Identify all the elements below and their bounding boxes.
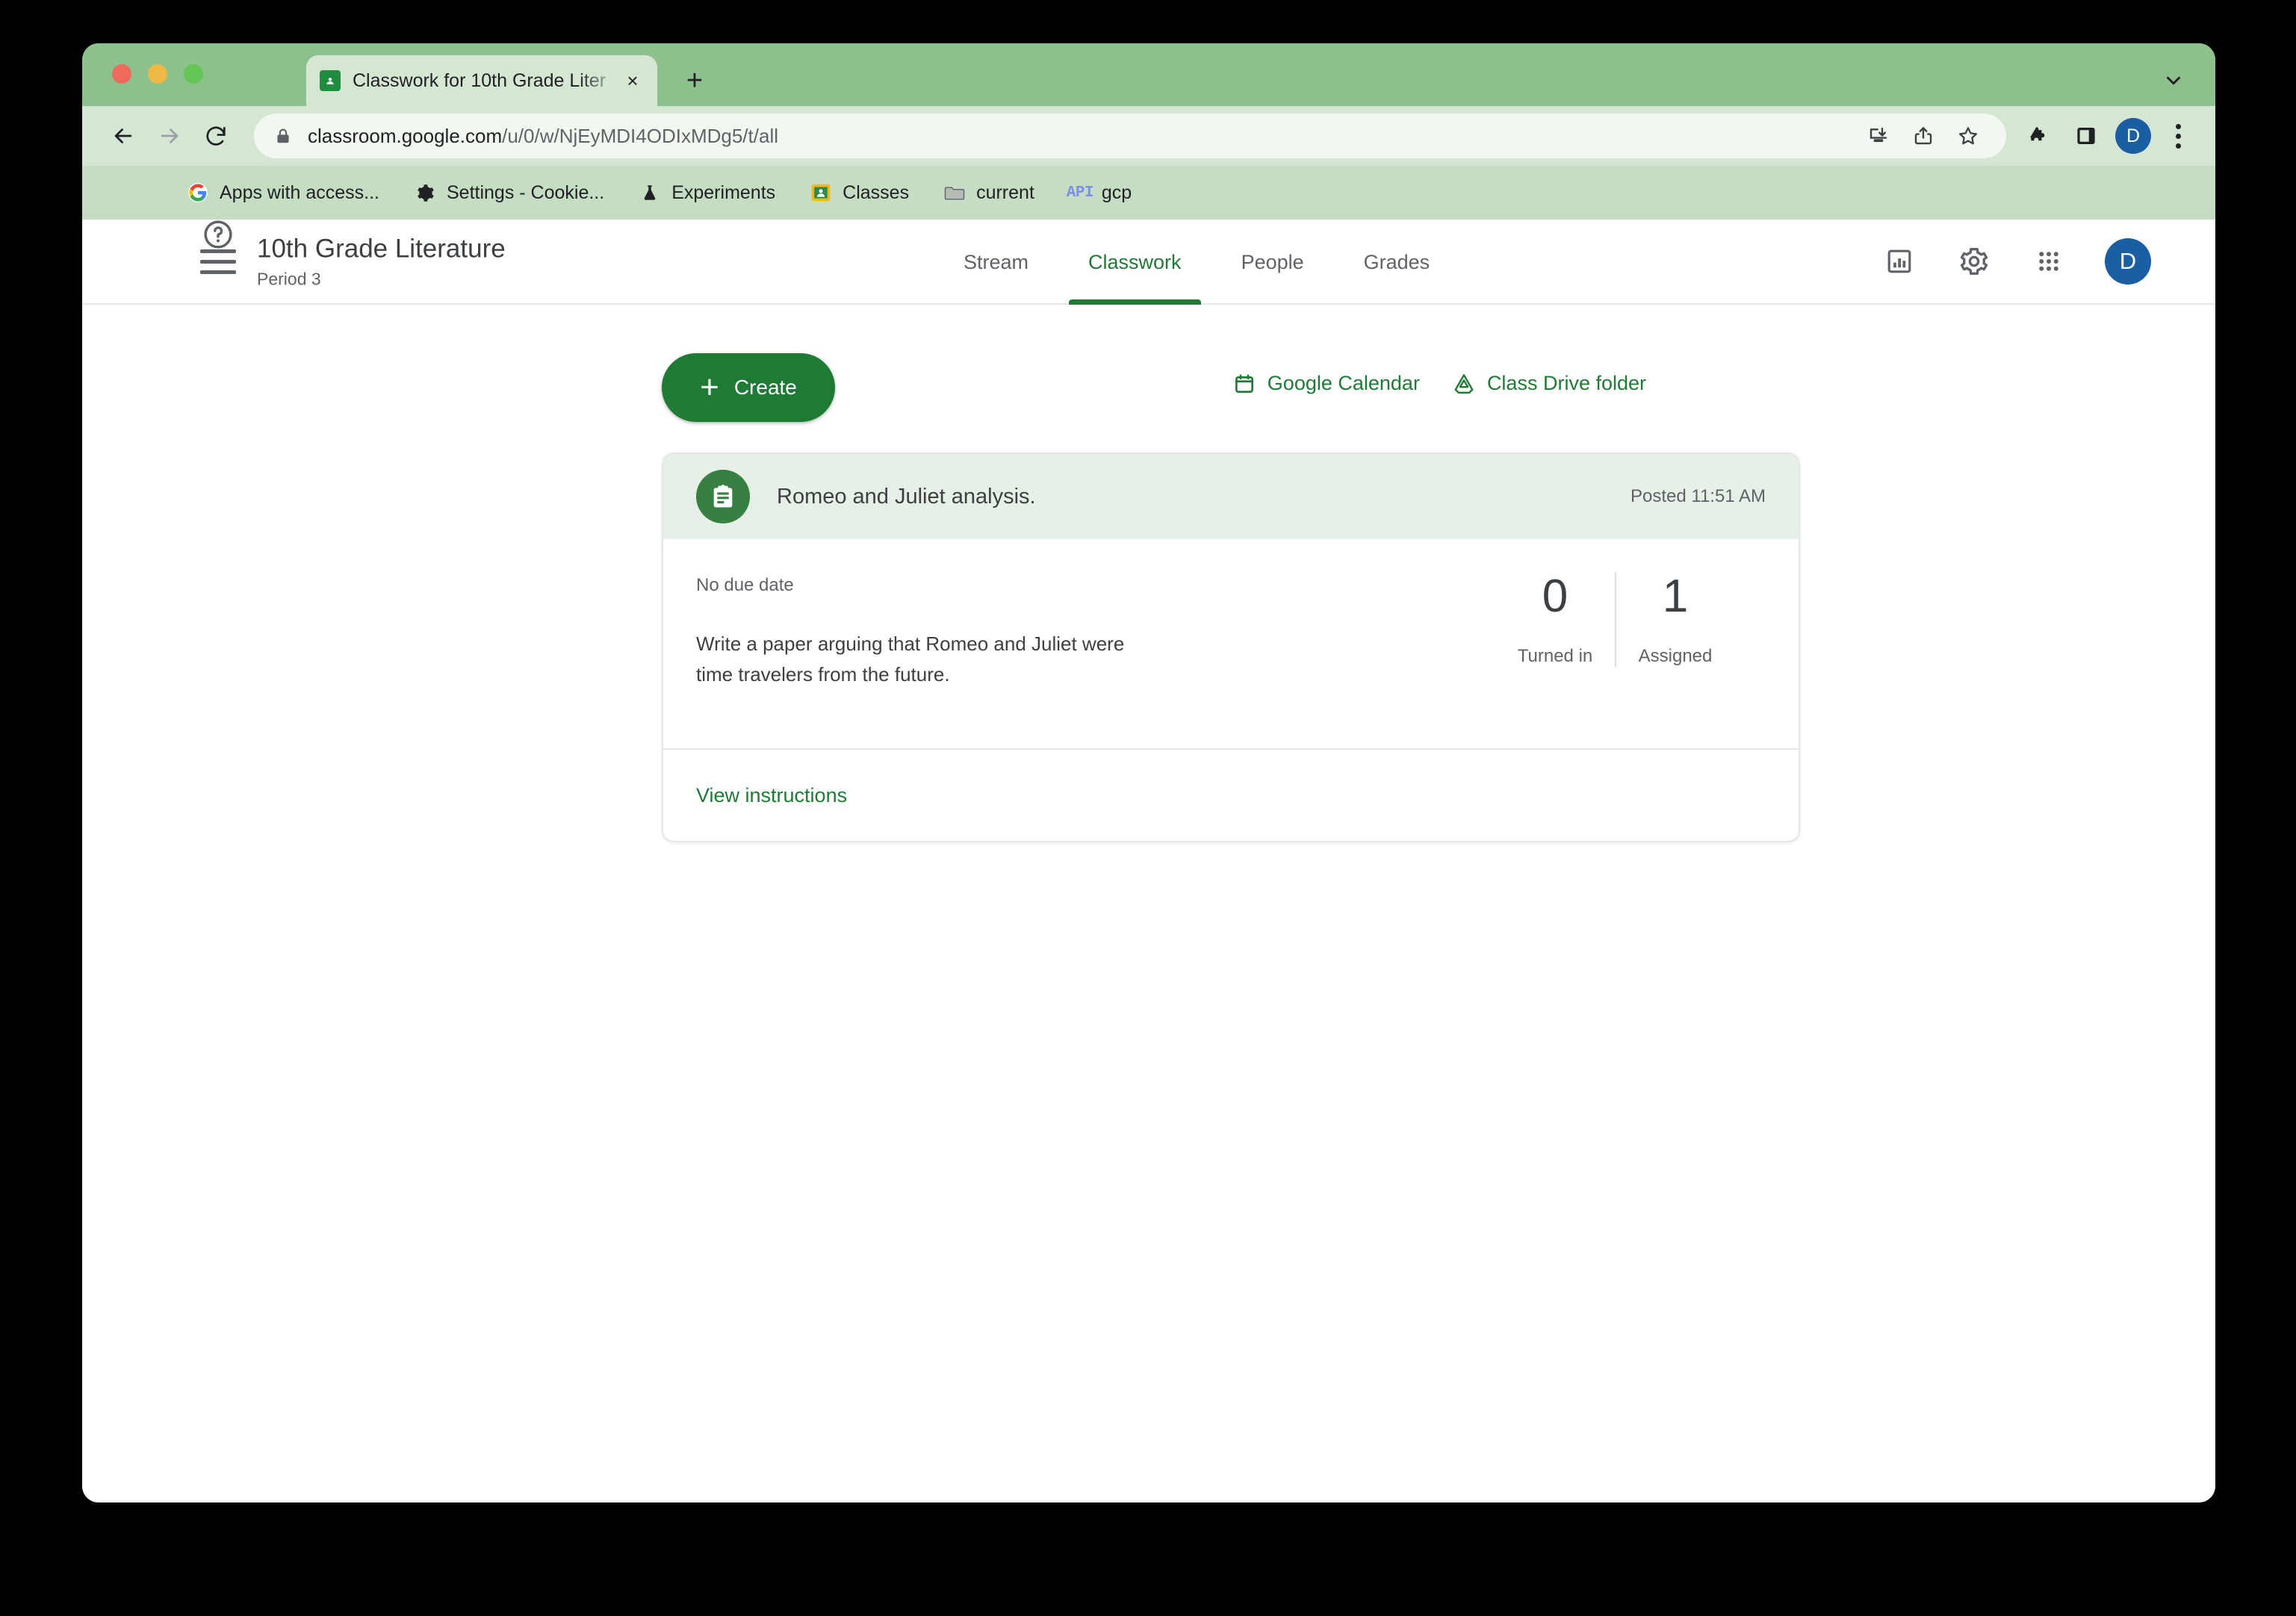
url-path: /u/0/w/NjEyMDI4ODIxMDg5/t/all — [502, 124, 778, 147]
stat-value: 1 — [1662, 571, 1689, 622]
assignment-posted-time: Posted 11:51 AM — [1630, 486, 1766, 506]
bookmark-label: Classes — [843, 181, 910, 203]
quick-links: Google Calendar Class Drive folder — [1233, 372, 1646, 395]
assignment-card-body: No due date Write a paper arguing that R… — [663, 539, 1799, 750]
share-icon[interactable] — [1905, 117, 1942, 155]
bookmark-label: gcp — [1101, 181, 1132, 203]
stat-label: Turned in — [1517, 646, 1593, 667]
tab-grades[interactable]: Grades — [1334, 220, 1460, 305]
apps-grid-icon[interactable] — [2030, 243, 2067, 280]
plus-icon: + — [700, 369, 719, 405]
maximize-window-button[interactable] — [184, 64, 203, 84]
assignment-card[interactable]: Romeo and Juliet analysis. Posted 11:51 … — [662, 453, 1800, 843]
toolbar-right-cluster: D — [2020, 117, 2194, 155]
assignment-card-header[interactable]: Romeo and Juliet analysis. Posted 11:51 … — [663, 454, 1799, 539]
stat-value: 0 — [1542, 571, 1569, 622]
flask-icon — [639, 181, 661, 204]
create-button[interactable]: + Create — [662, 353, 835, 422]
bookmark-star-icon[interactable] — [1949, 117, 1987, 155]
assignment-description: Write a paper arguing that Romeo and Jul… — [696, 633, 1125, 686]
close-window-button[interactable] — [112, 64, 131, 84]
avatar[interactable]: D — [2105, 238, 2151, 285]
omnibox-actions — [1860, 117, 1987, 155]
bookmark-label: Apps with access... — [220, 181, 379, 203]
calendar-icon — [1233, 373, 1256, 395]
browser-menu-icon[interactable] — [2162, 117, 2194, 155]
page-viewport: 10th Grade Literature Period 3 Stream Cl… — [82, 220, 2215, 1502]
back-icon[interactable] — [103, 116, 143, 156]
google-g-icon — [187, 181, 209, 204]
stat-label: Assigned — [1638, 646, 1713, 667]
browser-window: Classwork for 10th Grade Liter × + class… — [82, 43, 2215, 1502]
tab-strip: Classwork for 10th Grade Liter × + — [82, 43, 2215, 106]
header-actions: D — [1881, 238, 2151, 285]
url-host: classroom.google.com — [308, 124, 503, 147]
bookmark-settings-cookie[interactable]: Settings - Cookie... — [414, 181, 604, 204]
browser-toolbar: classroom.google.com/u/0/w/NjEyMDI4ODIxM… — [82, 106, 2215, 166]
reload-icon[interactable] — [196, 116, 236, 156]
bookmark-classes[interactable]: Classes — [810, 181, 909, 204]
minimize-window-button[interactable] — [148, 64, 167, 84]
page-title: 10th Grade Literature — [257, 234, 506, 264]
tab-stream[interactable]: Stream — [934, 220, 1058, 305]
quick-link-label: Class Drive folder — [1486, 372, 1646, 394]
bookmark-label: current — [976, 181, 1034, 203]
side-panel-icon[interactable] — [2067, 117, 2105, 155]
classroom-header: 10th Grade Literature Period 3 Stream Cl… — [82, 220, 2215, 305]
help-icon[interactable] — [200, 220, 236, 252]
class-nav-tabs: Stream Classwork People Grades — [934, 220, 1459, 305]
class-title-block: 10th Grade Literature Period 3 — [257, 234, 506, 290]
bookmark-experiments[interactable]: Experiments — [639, 181, 775, 204]
class-insights-icon[interactable] — [1881, 243, 1918, 280]
view-instructions-link[interactable]: View instructions — [696, 784, 847, 807]
bookmarks-bar: Apps with access... Settings - Cookie...… — [82, 166, 2215, 220]
assignment-card-footer: View instructions — [663, 750, 1799, 841]
chevron-down-icon[interactable] — [2159, 66, 2188, 96]
new-tab-button[interactable]: + — [680, 66, 710, 96]
url-text: classroom.google.com/u/0/w/NjEyMDI4ODIxM… — [308, 125, 778, 148]
extensions-puzzle-icon[interactable] — [2020, 117, 2057, 155]
drive-icon — [1453, 373, 1475, 395]
class-section: Period 3 — [257, 269, 321, 289]
bookmark-gcp[interactable]: API gcp — [1066, 181, 1132, 204]
classroom-icon — [810, 181, 832, 204]
close-icon[interactable]: × — [621, 69, 644, 92]
browser-tab-title: Classwork for 10th Grade Liter — [353, 69, 606, 91]
google-calendar-link[interactable]: Google Calendar — [1233, 372, 1420, 395]
bookmark-apps-with-access[interactable]: Apps with access... — [187, 181, 379, 204]
folder-icon — [943, 181, 966, 204]
gear-icon[interactable] — [1955, 243, 1993, 280]
classroom-icon — [320, 70, 341, 91]
bookmark-label: Settings - Cookie... — [446, 181, 605, 203]
class-drive-folder-link[interactable]: Class Drive folder — [1453, 372, 1646, 395]
tab-classwork[interactable]: Classwork — [1058, 220, 1211, 305]
create-button-label: Create — [733, 376, 797, 399]
window-controls — [112, 64, 203, 84]
bookmark-current[interactable]: current — [943, 181, 1034, 204]
tab-people[interactable]: People — [1211, 220, 1334, 305]
assignment-stats: 0 Turned in 1 Assigned — [1495, 571, 1734, 668]
browser-profile-avatar[interactable]: D — [2115, 118, 2151, 154]
api-icon: API — [1066, 184, 1094, 202]
stat-assigned[interactable]: 1 Assigned — [1615, 571, 1734, 668]
gear-icon — [414, 181, 436, 204]
assignment-clipboard-icon — [696, 470, 750, 523]
lock-icon — [273, 126, 293, 146]
stat-turned-in[interactable]: 0 Turned in — [1495, 572, 1615, 667]
install-icon[interactable] — [1860, 117, 1897, 155]
assignment-title: Romeo and Juliet analysis. — [777, 484, 1036, 509]
address-bar[interactable]: classroom.google.com/u/0/w/NjEyMDI4ODIxM… — [254, 114, 2006, 158]
quick-link-label: Google Calendar — [1267, 372, 1420, 394]
forward-icon[interactable] — [149, 116, 190, 156]
browser-tab[interactable]: Classwork for 10th Grade Liter × — [306, 55, 657, 106]
bookmark-label: Experiments — [671, 181, 776, 203]
